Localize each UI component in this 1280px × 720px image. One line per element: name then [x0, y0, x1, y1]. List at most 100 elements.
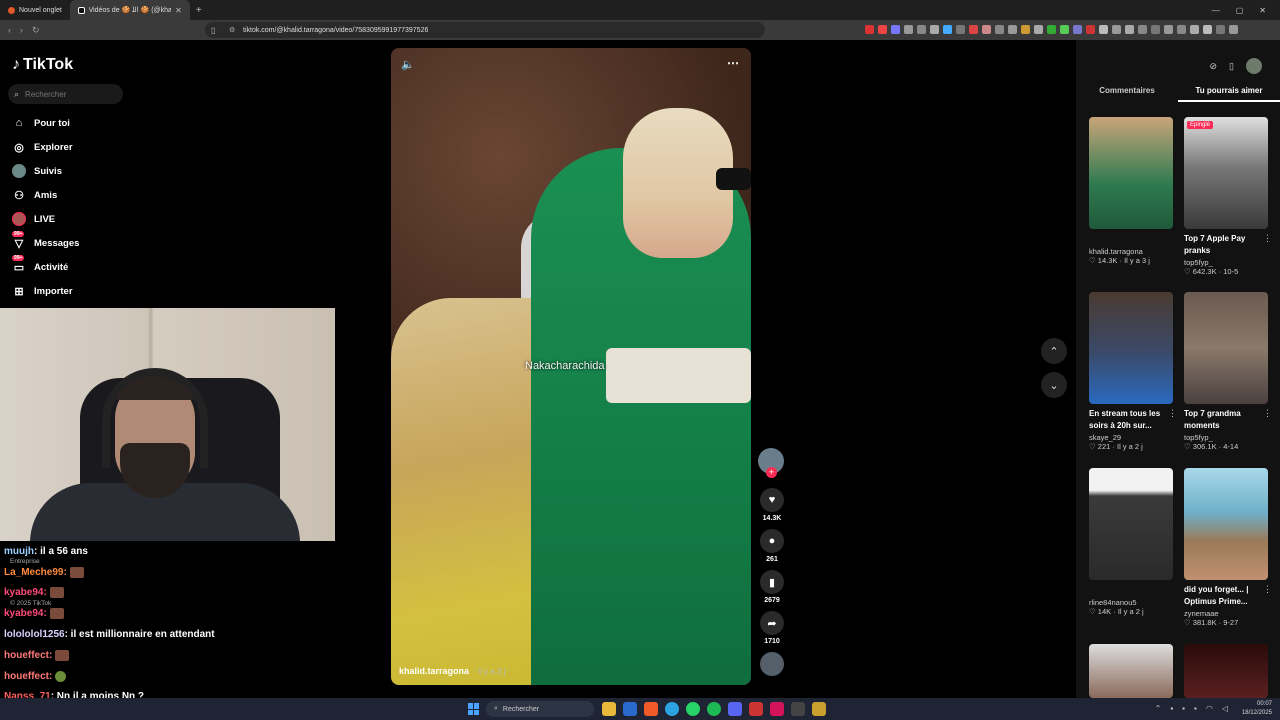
extension-icon[interactable] [1125, 25, 1134, 34]
close-window-icon[interactable]: ✕ [1259, 6, 1266, 15]
taskbar-search[interactable]: ⌕ Rechercher [486, 701, 594, 717]
brave-icon[interactable] [644, 702, 658, 716]
volume-icon[interactable]: 🔈 [401, 58, 415, 71]
extension-icon[interactable] [1190, 25, 1199, 34]
tiktok-logo[interactable]: ♪ TikTok [12, 56, 73, 74]
comment-button[interactable]: ● [760, 529, 784, 553]
address-bar[interactable]: ▯ ⚙ tiktok.com/@khalid.tarragona/video/7… [205, 22, 765, 38]
nav-suivis[interactable]: Suivis [12, 164, 62, 178]
more-icon[interactable]: ⋮ [1263, 233, 1272, 244]
extension-icon[interactable] [930, 25, 939, 34]
music-disc-icon[interactable] [760, 652, 784, 676]
extension-icon[interactable] [1086, 25, 1095, 34]
tray-app-icon[interactable]: ▪ [1170, 704, 1173, 713]
extension-icon[interactable] [865, 25, 874, 34]
nav-live[interactable]: LIVE [12, 212, 55, 226]
extension-icon[interactable] [1099, 25, 1108, 34]
extension-icon[interactable] [1177, 25, 1186, 34]
compass-icon[interactable]: ⊘ [1210, 61, 1218, 72]
video-author[interactable]: khalid.tarragona · Il y a 3 j [399, 666, 505, 676]
more-icon[interactable]: ⋮ [1263, 584, 1272, 595]
telegram-icon[interactable] [665, 702, 679, 716]
extension-icon[interactable] [904, 25, 913, 34]
suggested-video-card[interactable] [1089, 644, 1173, 698]
suggested-video-card[interactable] [1184, 644, 1268, 698]
windows-start-icon[interactable] [468, 703, 480, 715]
more-icon[interactable]: ⋮ [1168, 408, 1177, 419]
author-name[interactable]: khalid.tarragona [399, 666, 469, 676]
nav-messages[interactable]: ▽ 99+ Messages [12, 231, 79, 250]
volume-icon[interactable]: ◁ [1222, 704, 1228, 713]
site-info-icon[interactable]: ⚙ [229, 26, 235, 34]
suggested-video-card[interactable]: Top 7 grandma moments top5fyp_ ♡ 306.1K … [1184, 292, 1272, 451]
device-icon[interactable]: ▯ [1229, 61, 1234, 72]
extension-icon[interactable] [1034, 25, 1043, 34]
extension-icon[interactable] [891, 25, 900, 34]
save-button[interactable]: ▮ [760, 570, 784, 594]
extension-icon[interactable] [1112, 25, 1121, 34]
extension-icon[interactable] [1060, 25, 1069, 34]
browser-tab-new[interactable]: Nouvel onglet [0, 0, 70, 20]
extension-icon[interactable] [1164, 25, 1173, 34]
browser-tab-tiktok[interactable]: Vidéos de 🍪 ﺍﻟﻠّ 🍪 (@khali ✕ [69, 0, 190, 20]
tab-commentaires[interactable]: Commentaires [1076, 86, 1178, 102]
back-icon[interactable]: ‹ [8, 25, 11, 36]
extension-icon[interactable] [982, 25, 991, 34]
card-author[interactable]: skaye_29 [1089, 433, 1173, 442]
discord-icon[interactable] [728, 702, 742, 716]
card-author[interactable]: zynemaae [1184, 609, 1268, 618]
suggested-video-card[interactable]: Épinglé Top 7 Apple Pay pranks top5fyp_ … [1184, 117, 1272, 276]
extension-icon[interactable] [1151, 25, 1160, 34]
profile-avatar[interactable] [1246, 58, 1262, 74]
extension-icon[interactable] [1216, 25, 1225, 34]
nav-activite[interactable]: ▭ 99+ Activité [12, 255, 68, 274]
wifi-icon[interactable]: ◠ [1206, 704, 1213, 713]
suggested-video-card[interactable]: rline84nanou5 ♡ 14K · Il y a 2 j [1089, 468, 1173, 616]
extension-icon[interactable] [1021, 25, 1030, 34]
extension-icon[interactable] [1073, 25, 1082, 34]
extension-icon[interactable] [1138, 25, 1147, 34]
extension-icon[interactable] [995, 25, 1004, 34]
app-icon[interactable] [791, 702, 805, 716]
nav-importer[interactable]: ⊞ Importer [12, 284, 72, 298]
new-tab-button[interactable]: + [190, 5, 208, 16]
app-icon[interactable] [770, 702, 784, 716]
card-author[interactable]: rline84nanou5 [1089, 598, 1173, 607]
reload-icon[interactable]: ↻ [32, 25, 40, 36]
whatsapp-icon[interactable] [686, 702, 700, 716]
card-author[interactable]: top5fyp_ [1184, 433, 1268, 442]
extension-icon[interactable] [1008, 25, 1017, 34]
extension-icon[interactable] [917, 25, 926, 34]
search-input[interactable]: ⌕ Rechercher [8, 84, 123, 104]
app-icon[interactable] [812, 702, 826, 716]
nav-pour-toi[interactable]: ⌂ Pour toi [12, 116, 70, 130]
share-button[interactable]: ➦ [760, 611, 784, 635]
file-explorer-icon[interactable] [602, 702, 616, 716]
next-video-button[interactable]: ⌄ [1041, 372, 1067, 398]
extension-icon[interactable] [878, 25, 887, 34]
chevron-up-icon[interactable]: ⌃ [1155, 704, 1162, 713]
extension-icon[interactable] [956, 25, 965, 34]
card-author[interactable]: khalid.tarragona [1089, 247, 1173, 256]
tray-app-icon[interactable]: ▪ [1182, 704, 1185, 713]
suggested-video-card[interactable]: did you forget... | Optimus Prime... zyn… [1184, 468, 1272, 627]
close-tab-icon[interactable]: ✕ [175, 6, 182, 15]
nav-explorer[interactable]: ◎ Explorer [12, 140, 72, 154]
extension-icon[interactable] [1229, 25, 1238, 34]
suggested-video-card[interactable]: En stream tous les soirs à 20h sur... sk… [1089, 292, 1177, 451]
more-options-icon[interactable]: ⋯ [727, 56, 739, 70]
store-icon[interactable] [623, 702, 637, 716]
follow-plus-icon[interactable]: + [766, 467, 777, 478]
previous-video-button[interactable]: ⌃ [1041, 338, 1067, 364]
minimize-icon[interactable]: — [1212, 6, 1220, 15]
bookmark-icon[interactable]: ▯ [211, 26, 215, 35]
creator-avatar[interactable]: + [758, 448, 784, 478]
extension-icon[interactable] [943, 25, 952, 34]
nav-amis[interactable]: ⚇ Amis [12, 188, 57, 202]
maximize-icon[interactable]: ▢ [1236, 6, 1244, 15]
tray-app-icon[interactable]: ▪ [1194, 704, 1197, 713]
extension-icon[interactable] [1203, 25, 1212, 34]
video-player[interactable]: Nakacharachida 🔈 ⋯ khalid.tarragona · Il … [391, 48, 751, 685]
taskbar-clock[interactable]: 00:07 18/12/2025 [1242, 700, 1272, 718]
suggested-video-card[interactable]: khalid.tarragona ♡ 14.3K · Il y a 3 j [1089, 117, 1173, 265]
